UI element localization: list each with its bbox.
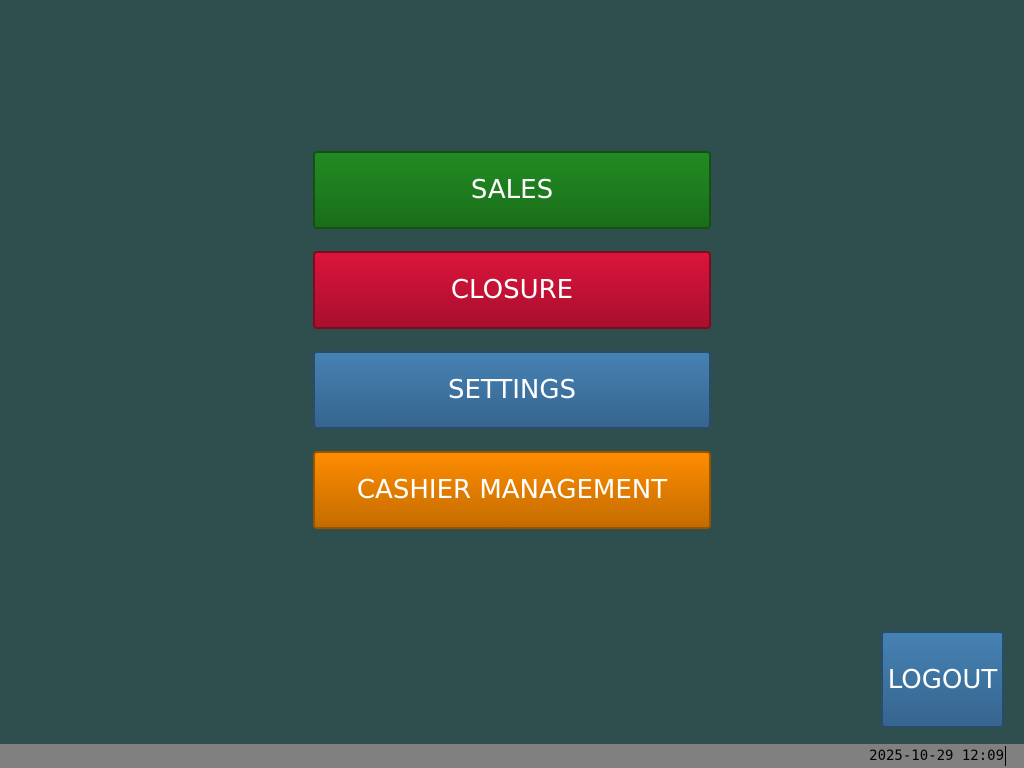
sales-button[interactable]: SALES	[313, 151, 711, 229]
cashier-management-button[interactable]: CASHIER MANAGEMENT	[313, 451, 711, 529]
status-bar: 2025-10-29 12:09	[0, 744, 1024, 768]
closure-button[interactable]: CLOSURE	[313, 251, 711, 329]
logout-button[interactable]: LOGOUT	[881, 631, 1004, 728]
text-cursor	[1005, 746, 1006, 766]
status-clock: 2025-10-29 12:09	[869, 748, 1004, 764]
settings-button[interactable]: SETTINGS	[313, 351, 711, 429]
